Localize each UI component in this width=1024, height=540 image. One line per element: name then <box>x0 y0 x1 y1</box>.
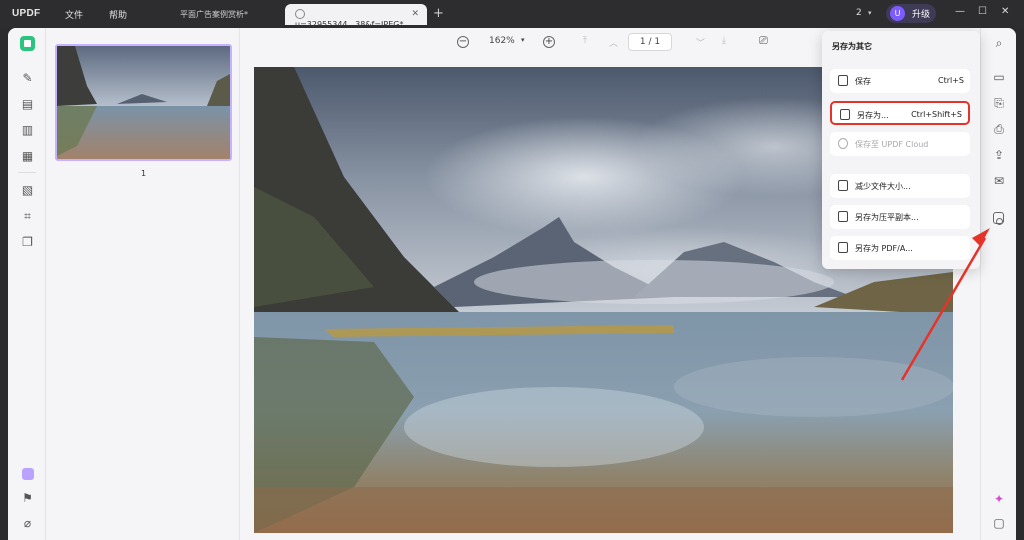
thumbnail-image <box>57 46 230 159</box>
last-page-icon[interactable]: ⤓ <box>722 36 726 46</box>
save-as-icon[interactable] <box>993 212 1004 225</box>
menu-item-shortcut: Ctrl+S <box>937 76 964 85</box>
menu-item-label: 减少文件大小... <box>855 182 911 191</box>
search-icon[interactable]: ⌕ <box>992 36 1006 50</box>
pdfa-icon <box>838 242 848 253</box>
cloud-icon <box>838 138 848 149</box>
first-page-icon[interactable]: ⤒ <box>583 36 587 46</box>
compress-icon <box>838 180 848 191</box>
window-count[interactable]: 2 <box>856 8 862 18</box>
app-logo: UPDF <box>12 8 41 19</box>
layers-icon[interactable] <box>22 468 34 480</box>
app-frame: ✎ ▤ ▥ ▦ ▧ ⌗ ❐ ⚑ ⌀ 1 − 162% ▾ + ⤒ ︿ 1 / 1… <box>8 28 1016 540</box>
menu-item-save[interactable]: 保存 Ctrl+S <box>830 69 970 93</box>
left-toolbar: ✎ ▤ ▥ ▦ ▧ ⌗ ❐ ⚑ ⌀ <box>8 28 46 540</box>
maximize-icon[interactable]: ☐ <box>978 6 987 17</box>
menu-item-save-pdfa[interactable]: 另存为 PDF/A... <box>830 236 970 260</box>
save-as-menu: 另存为其它 保存 Ctrl+S 另存为... Ctrl+Shift+S 保存至 … <box>822 31 980 269</box>
upgrade-button[interactable]: U 升级 <box>886 4 936 23</box>
bookmark-icon[interactable]: ⚑ <box>21 492 34 505</box>
page-indicator[interactable]: 1 / 1 <box>628 33 672 51</box>
organize-pages-icon[interactable]: ▧ <box>21 184 34 197</box>
menu-title: 另存为其它 <box>832 42 872 51</box>
total-pages: 1 <box>654 37 661 47</box>
attachment-icon[interactable]: ⌀ <box>21 517 34 530</box>
upgrade-label: 升级 <box>912 10 931 20</box>
protect-icon[interactable]: ⎙ <box>992 122 1006 136</box>
menu-item-save-to-cloud[interactable]: 保存至 UPDF Cloud <box>830 132 970 156</box>
right-toolbar: ⌕ ▭ ⎘ ⎙ ⇪ ✉ ✦ ▢ <box>980 28 1016 540</box>
menu-help[interactable]: 帮助 <box>109 8 127 21</box>
zoom-out-icon[interactable]: − <box>457 36 469 48</box>
save-as-icon <box>840 109 850 120</box>
divider <box>18 172 36 173</box>
menu-file[interactable]: 文件 <box>65 8 83 21</box>
presentation-icon[interactable]: ⎚ <box>759 34 768 48</box>
menu-item-label: 另存为 PDF/A... <box>855 244 913 253</box>
save-icon <box>838 75 848 86</box>
zoom-dropdown-icon[interactable]: ▾ <box>521 36 525 44</box>
page-thumbnail[interactable] <box>55 44 232 161</box>
zoom-in-icon[interactable]: + <box>543 36 555 48</box>
cloud-icon <box>295 9 305 19</box>
menu-item-label: 另存为压平副本... <box>855 213 919 222</box>
feedback-icon[interactable]: ▢ <box>992 516 1006 530</box>
share-icon[interactable]: ⇪ <box>992 148 1006 162</box>
mail-icon[interactable]: ✉ <box>992 174 1006 188</box>
edit-tool-icon[interactable]: ▤ <box>21 98 34 111</box>
flatten-icon <box>838 211 848 222</box>
comment-tool-icon[interactable]: ✎ <box>21 72 34 85</box>
add-tab-button[interactable]: + <box>433 6 444 21</box>
menu-item-save-as[interactable]: 另存为... Ctrl+Shift+S <box>830 101 970 125</box>
reader-mode-icon[interactable] <box>20 36 35 51</box>
sign-tool-icon[interactable]: ▦ <box>21 150 34 163</box>
avatar: U <box>890 6 905 21</box>
ocr-icon[interactable]: ▭ <box>992 70 1006 84</box>
zoom-level[interactable]: 162% <box>489 36 515 46</box>
menu-item-label: 保存 <box>855 77 871 86</box>
page-number-label: 1 <box>140 169 147 178</box>
thumbnail-pane: 1 <box>47 28 240 540</box>
menu-item-label: 另存为... <box>857 111 889 120</box>
tab-document-2[interactable]: u=32955344...38&f=JPEG* ✕ <box>285 4 427 29</box>
page-tools-icon[interactable]: ❐ <box>21 236 34 249</box>
close-window-icon[interactable]: ✕ <box>1001 6 1009 17</box>
convert-icon[interactable]: ⎘ <box>992 96 1006 110</box>
ai-assistant-icon[interactable]: ✦ <box>992 492 1006 506</box>
tab-label: 平面广告案例赏析* <box>180 10 248 19</box>
menu-item-label: 保存至 UPDF Cloud <box>855 140 929 149</box>
current-page: 1 <box>639 37 646 47</box>
close-tab-icon[interactable]: ✕ <box>411 9 419 19</box>
menu-item-save-flattened[interactable]: 另存为压平副本... <box>830 205 970 229</box>
title-bar: UPDF 文件 帮助 平面广告案例赏析* u=32955344...38&f=J… <box>0 0 1024 29</box>
menu-item-shortcut: Ctrl+Shift+S <box>911 110 962 119</box>
minimize-icon[interactable]: — <box>955 6 965 17</box>
next-page-icon[interactable]: ﹀ <box>696 36 705 49</box>
form-tool-icon[interactable]: ▥ <box>21 124 34 137</box>
tab-document-1[interactable]: 平面广告案例赏析* <box>170 4 280 25</box>
chevron-down-icon[interactable]: ▾ <box>868 9 872 17</box>
crop-tool-icon[interactable]: ⌗ <box>21 210 34 223</box>
menu-item-reduce-size[interactable]: 减少文件大小... <box>830 174 970 198</box>
previous-page-icon[interactable]: ︿ <box>609 36 618 49</box>
